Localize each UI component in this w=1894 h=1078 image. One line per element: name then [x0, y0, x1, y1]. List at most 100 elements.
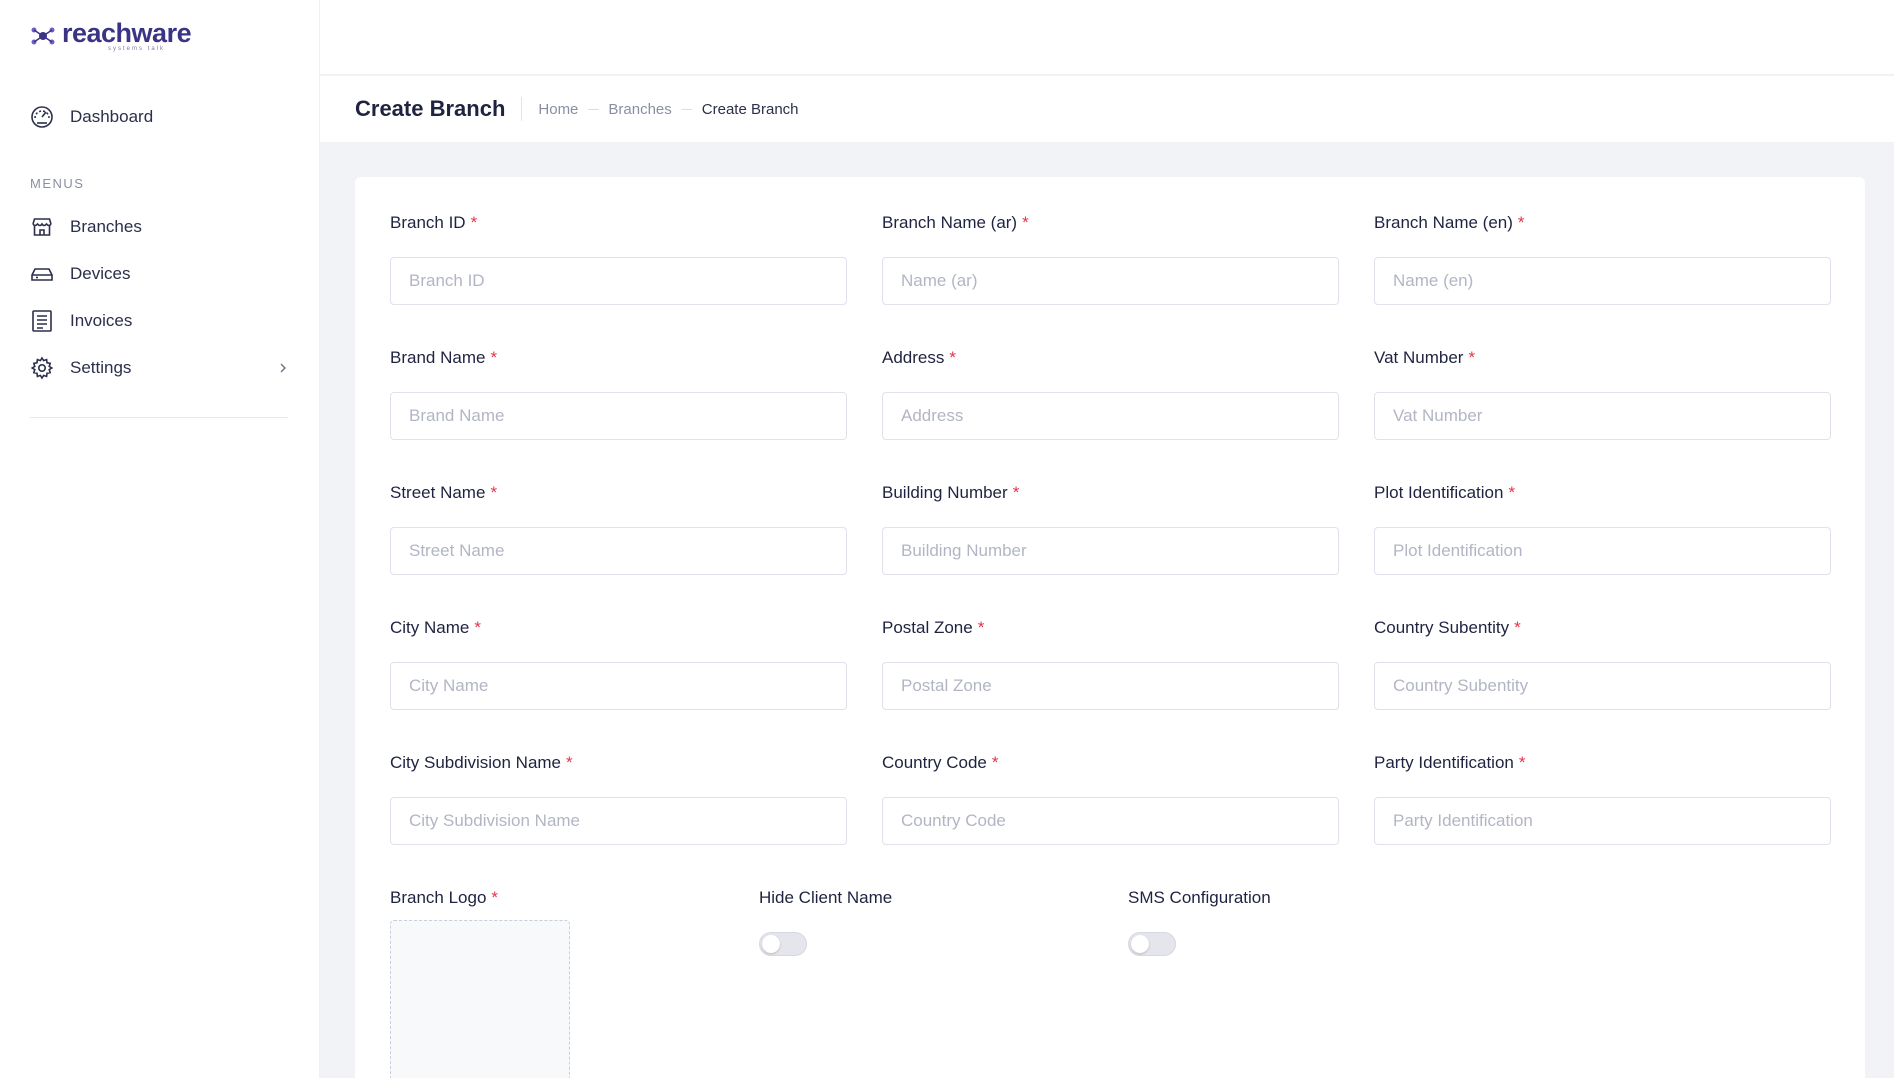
toggle-label: Hide Client Name [759, 888, 893, 907]
breadcrumb-separator: — [588, 103, 599, 115]
storefront-icon [32, 218, 52, 236]
sidebar-divider [30, 417, 288, 418]
brand-name-input[interactable] [390, 392, 847, 440]
sidebar-item-label: Settings [70, 358, 132, 377]
brand-name: reachware [62, 18, 192, 48]
required-marker: * [491, 888, 499, 907]
required-marker: * [490, 483, 498, 502]
device-icon [31, 268, 53, 281]
required-marker: * [470, 213, 478, 232]
required-marker: * [1022, 213, 1029, 232]
field-label: City Name [390, 618, 470, 637]
toggle-label: SMS Configuration [1128, 888, 1271, 907]
dashboard-gauge-icon [31, 106, 53, 128]
required-marker: * [1517, 213, 1525, 232]
sms-configuration-setting: SMS Configuration [1128, 887, 1271, 956]
field-label: Building Number [882, 483, 1008, 502]
required-marker: * [474, 618, 481, 637]
page-title: Create Branch [355, 96, 506, 121]
sidebar: reachware systems talk Dashboard MENUS B… [0, 0, 320, 1078]
field-label: Branch Name (ar) [882, 213, 1018, 232]
branch-logo-field: Branch Logo * [390, 887, 690, 909]
party-identification-field: Party Identification * [1374, 752, 1831, 845]
field-label: Street Name [390, 483, 486, 502]
address-field: Address * [882, 347, 1339, 440]
required-marker: * [1518, 753, 1526, 772]
field-label: Postal Zone [882, 618, 973, 637]
required-marker: * [991, 753, 999, 772]
sidebar-item-invoices[interactable]: Invoices [30, 305, 290, 337]
plot-identification-input[interactable] [1374, 527, 1831, 575]
hide-client-name-toggle[interactable] [759, 932, 807, 956]
vat-number-field: Vat Number * [1374, 347, 1831, 440]
street-name-field: Street Name * [390, 482, 847, 575]
building-number-field: Building Number * [882, 482, 1339, 575]
sidebar-item-branches[interactable]: Branches [30, 211, 290, 243]
breadcrumb: Home — Branches — Create Branch [521, 97, 799, 121]
field-label: Brand Name [390, 348, 486, 367]
gear-icon [30, 356, 54, 380]
field-label: Vat Number [1374, 348, 1464, 367]
required-marker: * [1514, 618, 1521, 637]
party-identification-input[interactable] [1374, 797, 1831, 845]
field-label: Branch Logo [390, 888, 487, 907]
brand-name-field: Brand Name * [390, 347, 847, 440]
required-marker: * [1012, 483, 1020, 502]
postal-zone-field: Postal Zone * [882, 617, 1339, 710]
toggle-knob [1131, 935, 1149, 953]
sidebar-item-label: Dashboard [70, 107, 154, 126]
chevron-right-icon [280, 363, 286, 373]
page-header: Create Branch Home — Branches — Create B… [320, 76, 1894, 142]
field-label: Branch Name (en) [1374, 213, 1513, 232]
sidebar-item-dashboard[interactable]: Dashboard [30, 101, 290, 133]
city-subdivision-name-input[interactable] [390, 797, 847, 845]
breadcrumb-current: Create Branch [701, 100, 799, 118]
field-label: Plot Identification [1374, 483, 1504, 502]
required-marker: * [1508, 483, 1516, 502]
street-name-input[interactable] [390, 527, 847, 575]
field-label: Branch ID [390, 213, 466, 232]
sidebar-item-label: Invoices [70, 311, 133, 330]
sms-configuration-toggle[interactable] [1128, 932, 1176, 956]
city-subdivision-name-field: City Subdivision Name * [390, 752, 847, 845]
branch-name-en-field: Branch Name (en) * [1374, 212, 1831, 305]
reachware-logo-icon [31, 27, 55, 45]
address-input[interactable] [882, 392, 1339, 440]
create-branch-form: Branch ID* Branch Name (ar)* Branch Name… [355, 177, 1865, 1078]
building-number-input[interactable] [882, 527, 1339, 575]
breadcrumb-home[interactable]: Home [538, 101, 578, 118]
toggle-knob [762, 935, 780, 953]
sidebar-item-devices[interactable]: Devices [30, 258, 290, 290]
country-code-field: Country Code * [882, 752, 1339, 845]
sidebar-item-settings[interactable]: Settings [30, 352, 290, 384]
required-marker: * [490, 348, 498, 367]
city-name-field: City Name * [390, 617, 847, 710]
required-marker: * [1468, 348, 1476, 367]
branch-id-field: Branch ID * [390, 212, 847, 305]
branch-id-input[interactable] [390, 257, 847, 305]
hide-client-name-setting: Hide Client Name [759, 887, 893, 956]
postal-zone-input[interactable] [882, 662, 1339, 710]
brand-tagline: systems talk [108, 46, 166, 52]
country-subentity-input[interactable] [1374, 662, 1831, 710]
branch-name-ar-input[interactable] [882, 257, 1339, 305]
country-subentity-field: Country Subentity * [1374, 617, 1831, 710]
city-name-input[interactable] [390, 662, 847, 710]
plot-identification-field: Plot Identification * [1374, 482, 1831, 575]
breadcrumb-branches[interactable]: Branches [608, 101, 671, 118]
invoice-icon [32, 310, 52, 332]
sidebar-item-label: Devices [70, 264, 131, 283]
brand-logo[interactable]: reachware systems talk [30, 18, 192, 54]
vat-number-input[interactable] [1374, 392, 1831, 440]
country-code-input[interactable] [882, 797, 1339, 845]
required-marker: * [977, 618, 985, 637]
field-label: Country Subentity [1374, 618, 1510, 637]
menus-section-label: MENUS [30, 176, 85, 191]
branch-name-en-input[interactable] [1374, 257, 1831, 305]
field-label: Party Identification [1374, 753, 1514, 772]
breadcrumb-separator: — [681, 103, 692, 115]
required-marker: * [949, 348, 956, 367]
field-label: Address [882, 348, 945, 367]
field-label: City Subdivision Name [390, 753, 562, 772]
branch-logo-upload[interactable] [390, 920, 570, 1078]
